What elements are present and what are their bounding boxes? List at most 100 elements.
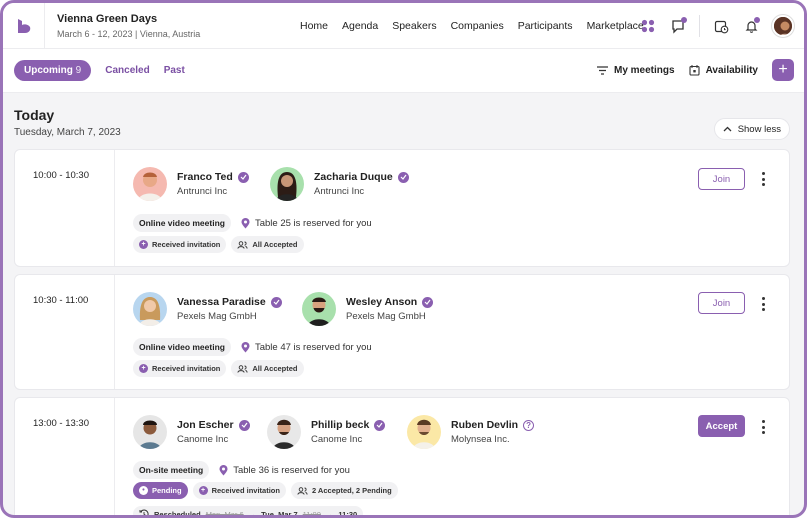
nav-companies[interactable]: Companies (451, 20, 504, 32)
meeting-card: 10:30 - 11:00 Vanessa Paradise Pexels Ma… (14, 274, 790, 390)
question-icon: ? (523, 419, 535, 431)
calendar-icon (689, 64, 700, 76)
tab-past[interactable]: Past (164, 65, 185, 76)
section-title: Today (14, 107, 55, 123)
all-accepted-badge: All Accepted (231, 360, 304, 377)
accept-button[interactable]: Accept (698, 415, 745, 437)
participant-avatar (133, 415, 167, 449)
show-less-button[interactable]: Show less (713, 118, 790, 140)
join-button[interactable]: Join (698, 292, 745, 314)
old-date: Mon, Mar 6 (205, 509, 244, 518)
header-divider (699, 15, 700, 37)
bell-notification-dot (754, 17, 760, 23)
nav-marketplace[interactable]: Marketplace (587, 20, 644, 32)
verified-icon (237, 171, 249, 183)
participant-name: Phillip beck (311, 419, 370, 431)
meeting-time: 13:00 - 13:30 (15, 398, 115, 515)
event-name: Vienna Green Days (57, 12, 158, 25)
history-icon (139, 509, 149, 515)
verified-icon (422, 296, 434, 308)
participant-avatar (302, 292, 336, 326)
participant[interactable]: Vanessa Paradise Pexels Mag GmbH (133, 292, 282, 326)
participant-company: Canome Inc (177, 434, 229, 445)
section-date: Tuesday, March 7, 2023 (14, 127, 121, 138)
meeting-card: 13:00 - 13:30 Jon Escher Canome Inc Phil… (14, 397, 790, 518)
tab-upcoming[interactable]: Upcoming 9 (14, 60, 92, 81)
participant[interactable]: Wesley Anson Pexels Mag GmbH (302, 292, 434, 326)
participant-avatar (270, 167, 304, 201)
nav-speakers[interactable]: Speakers (392, 20, 436, 32)
verified-icon (397, 171, 409, 183)
participant[interactable]: Zacharia Duque Antrunci Inc (270, 167, 409, 201)
verified-icon (238, 419, 250, 431)
my-meetings-button[interactable]: My meetings (596, 65, 675, 76)
location-text: Table 36 is reserved for you (233, 464, 350, 476)
show-less-label: Show less (737, 123, 781, 135)
meeting-time: 10:30 - 11:00 (15, 275, 115, 389)
participant[interactable]: Ruben Devlin? Molynsea Inc. (407, 415, 535, 449)
participant-company: Molynsea Inc. (451, 434, 510, 445)
filter-icon (596, 65, 608, 75)
nav-home[interactable]: Home (300, 20, 328, 32)
reschedule-info: Rescheduled Mon, Mar 6 → Tue, Mar 7 11:0… (133, 506, 364, 518)
received-invitation-badge: + Received invitation (133, 236, 227, 253)
pending-badge: • Pending (133, 482, 188, 499)
chat-icon[interactable] (669, 17, 687, 35)
participant[interactable]: Franco Ted Antrunci Inc (133, 167, 249, 201)
users-icon (297, 486, 308, 495)
received-invitation-badge: + Received invitation (133, 360, 227, 377)
logo[interactable] (3, 3, 45, 49)
chevron-up-icon (723, 126, 732, 132)
add-meeting-button[interactable]: + (772, 59, 794, 81)
received-invitation-badge: + Received invitation (192, 482, 286, 499)
apps-grid-icon[interactable] (639, 17, 657, 35)
clock-icon: • (139, 486, 148, 495)
user-avatar[interactable] (772, 15, 794, 37)
plus-icon: + (198, 486, 208, 495)
participant-company: Antrunci Inc (177, 186, 228, 197)
participant-name: Wesley Anson (346, 296, 418, 308)
chat-notification-dot (681, 17, 687, 23)
location: Table 47 is reserved for you (241, 341, 372, 353)
filter-tabs-bar: Upcoming 9 Canceled Past My meetings Ava… (3, 49, 804, 93)
users-icon (237, 240, 249, 249)
participant[interactable]: Phillip beck Canome Inc (267, 415, 386, 449)
participant-avatar (133, 292, 167, 326)
participant-name: Vanessa Paradise (177, 296, 266, 308)
arrow-right-icon: → (248, 509, 257, 518)
participant-company: Antrunci Inc (314, 186, 365, 197)
location-pin-icon (241, 217, 250, 228)
new-date: Tue, Mar 7 (261, 509, 298, 518)
app-logo-icon (17, 18, 30, 33)
nav-agenda[interactable]: Agenda (342, 20, 378, 32)
more-options-icon[interactable] (759, 172, 767, 186)
participant-company: Canome Inc (311, 434, 363, 445)
join-button[interactable]: Join (698, 168, 745, 190)
more-options-icon[interactable] (759, 297, 767, 311)
nav-participants[interactable]: Participants (518, 20, 573, 32)
participant-company: Pexels Mag GmbH (177, 311, 257, 322)
verified-icon (270, 296, 282, 308)
participant[interactable]: Jon Escher Canome Inc (133, 415, 250, 449)
calendar-clock-icon[interactable] (712, 17, 730, 35)
location-pin-icon (241, 341, 250, 352)
more-options-icon[interactable] (759, 420, 767, 434)
header-icons (639, 3, 794, 49)
location-text: Table 25 is reserved for you (254, 217, 372, 229)
new-time: 11:30 (338, 509, 358, 518)
tab-upcoming-label: Upcoming (24, 65, 73, 76)
arrow-right-icon: → (325, 509, 334, 518)
bell-icon[interactable] (742, 17, 760, 35)
event-info: Vienna Green Days March 6 - 12, 2023 | V… (45, 13, 275, 39)
tab-canceled[interactable]: Canceled (105, 65, 149, 76)
availability-button[interactable]: Availability (689, 64, 758, 76)
participant-name: Ruben Devlin (451, 419, 519, 431)
participant-name: Zacharia Duque (314, 171, 393, 183)
users-icon (237, 364, 249, 373)
location: Table 36 is reserved for you (219, 464, 350, 476)
old-time: 11:00 (302, 509, 321, 518)
all-accepted-badge: All Accepted (231, 236, 304, 253)
tab-upcoming-count: 9 (75, 65, 82, 76)
participant-avatar (407, 415, 441, 449)
participant-avatar (267, 415, 301, 449)
